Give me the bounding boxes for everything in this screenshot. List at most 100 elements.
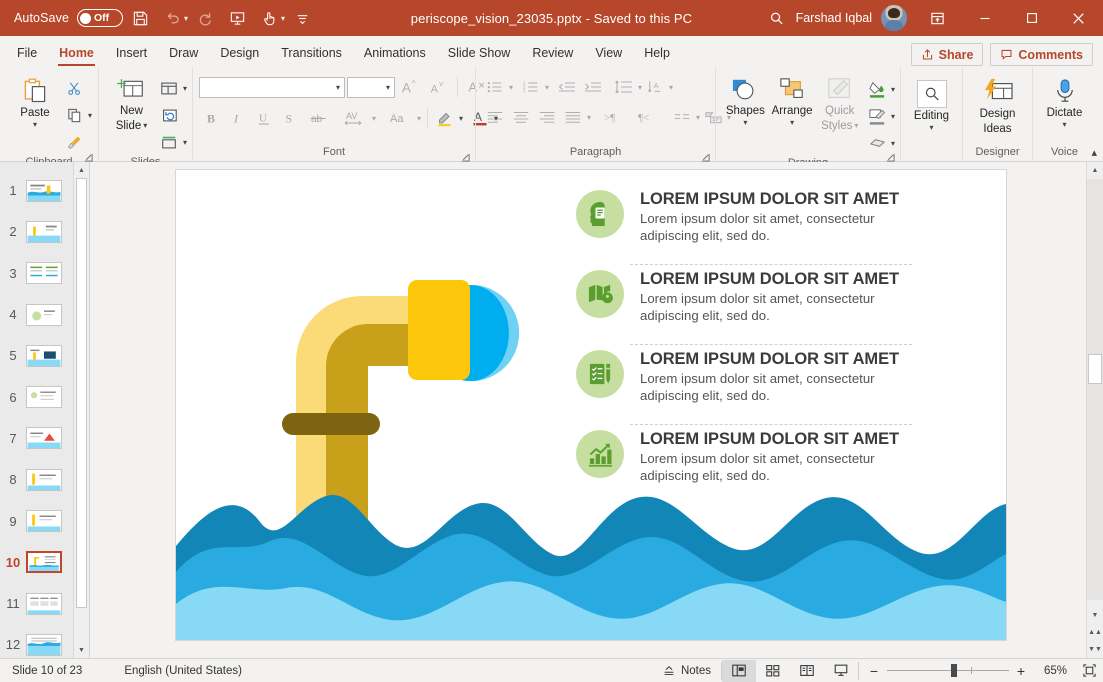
thumbnail-item-7[interactable]: 7 <box>0 418 73 459</box>
layout-button[interactable] <box>156 75 182 101</box>
paste-button[interactable]: Paste ▾ <box>9 74 61 129</box>
shape-effects-chevron-icon[interactable]: ▾ <box>891 139 895 148</box>
decrease-indent-button[interactable] <box>554 74 580 100</box>
thumbnail-item-2[interactable]: 2 <box>0 211 73 252</box>
search-icon[interactable] <box>760 3 794 33</box>
language-indicator[interactable]: English (United States) <box>124 665 242 677</box>
customize-quick-access-icon[interactable] <box>287 4 317 32</box>
list-item[interactable]: LOREM IPSUM DOLOR SIT AMET Lorem ipsum d… <box>576 426 996 506</box>
thumbnail-item-5[interactable]: 5 <box>0 335 73 376</box>
scroll-down-icon[interactable]: ▼ <box>1087 607 1103 624</box>
slide-surface[interactable]: LOREM IPSUM DOLOR SIT AMET Lorem ipsum d… <box>176 170 1006 640</box>
touch-mode-icon[interactable] <box>254 4 284 32</box>
tab-help[interactable]: Help <box>633 38 681 68</box>
editing-button[interactable]: Editing ▾ <box>906 77 957 132</box>
design-ideas-button[interactable]: Design Ideas <box>972 75 1024 136</box>
close-button[interactable] <box>1056 1 1101 35</box>
next-slide-icon[interactable]: ▼▼ <box>1087 641 1103 658</box>
autosave-toggle[interactable]: Off <box>77 9 123 27</box>
clipboard-dialog-launcher-icon[interactable] <box>84 151 93 160</box>
change-case-button[interactable]: Aa <box>382 105 416 131</box>
arrange-button[interactable]: Arrange ▾ <box>769 74 816 127</box>
new-slide-chevron-icon[interactable]: ▾ <box>143 122 147 130</box>
notes-button[interactable]: Notes <box>652 660 721 682</box>
underline-button[interactable]: U <box>251 105 277 131</box>
text-direction-ltr-button[interactable]: >¶ <box>596 104 630 130</box>
copy-chevron-icon[interactable]: ▾ <box>88 111 92 120</box>
align-right-button[interactable] <box>534 104 560 130</box>
copy-button[interactable] <box>61 102 87 128</box>
bullets-chevron-icon[interactable]: ▾ <box>509 83 513 92</box>
tab-home[interactable]: Home <box>48 38 105 68</box>
shape-fill-button[interactable] <box>864 76 890 102</box>
thumbnail-item-10[interactable]: 10 <box>0 542 73 583</box>
thumbnail-item-4[interactable]: 4 <box>0 294 73 335</box>
quick-styles-button[interactable]: Quick Styles ▾ <box>815 74 864 133</box>
line-spacing-button[interactable] <box>611 74 637 100</box>
text-highlight-chevron-icon[interactable]: ▾ <box>459 114 463 123</box>
editing-chevron-icon[interactable]: ▾ <box>929 124 933 132</box>
text-direction-rtl-button[interactable]: ¶< <box>630 104 664 130</box>
tab-view[interactable]: View <box>584 38 633 68</box>
thumbnail-item-1[interactable]: 1 <box>0 170 73 211</box>
justify-chevron-icon[interactable]: ▾ <box>587 113 591 122</box>
list-item[interactable]: LOREM IPSUM DOLOR SIT AMET Lorem ipsum d… <box>576 266 996 346</box>
change-case-chevron-icon[interactable]: ▾ <box>417 114 421 123</box>
tab-file[interactable]: File <box>6 38 48 68</box>
columns-button[interactable] <box>669 104 695 130</box>
font-size-chevron-icon[interactable]: ▾ <box>386 83 390 92</box>
thumbnail-item-8[interactable]: 8 <box>0 459 73 500</box>
thumbnail-scrollbar[interactable]: ▲ ▼ <box>73 162 89 658</box>
slide-canvas-area[interactable]: LOREM IPSUM DOLOR SIT AMET Lorem ipsum d… <box>90 162 1086 658</box>
scroll-thumb[interactable] <box>1088 354 1102 384</box>
bullets-button[interactable] <box>482 74 508 100</box>
decrease-font-size-button[interactable]: A˅ <box>425 74 451 100</box>
dictate-button[interactable]: Dictate ▾ <box>1039 75 1091 129</box>
align-left-button[interactable] <box>482 104 508 130</box>
numbering-chevron-icon[interactable]: ▾ <box>545 83 549 92</box>
share-button[interactable]: Share <box>911 43 984 66</box>
canvas-vertical-scrollbar[interactable]: ▲ ▼ ▲▲ ▼▼ <box>1086 162 1103 658</box>
shapes-chevron-icon[interactable]: ▾ <box>743 119 747 127</box>
drawing-dialog-launcher-icon[interactable] <box>886 151 895 160</box>
thumbnail-item-6[interactable]: 6 <box>0 376 73 417</box>
thumbnail-scroll-thumb[interactable] <box>76 178 87 608</box>
section-button[interactable] <box>156 129 182 155</box>
justify-button[interactable] <box>560 104 586 130</box>
new-slide-button[interactable]: New Slide ▾ <box>107 74 156 133</box>
list-item[interactable]: LOREM IPSUM DOLOR SIT AMET Lorem ipsum d… <box>576 346 996 426</box>
tab-insert[interactable]: Insert <box>105 38 158 68</box>
quick-styles-chevron-icon[interactable]: ▾ <box>854 122 858 130</box>
increase-font-size-button[interactable]: A^ <box>397 74 423 100</box>
tab-transitions[interactable]: Transitions <box>270 38 353 68</box>
start-presentation-icon[interactable] <box>222 4 252 32</box>
previous-slide-icon[interactable]: ▲▲ <box>1087 624 1103 641</box>
zoom-in-button[interactable]: + <box>1015 663 1027 679</box>
align-center-button[interactable] <box>508 104 534 130</box>
text-direction-chevron-icon[interactable]: ▾ <box>669 83 673 92</box>
undo-dropdown-chevron-icon[interactable]: ▾ <box>184 14 188 23</box>
strikethrough-button[interactable]: ab <box>303 105 337 131</box>
text-shadow-button[interactable]: S <box>277 105 303 131</box>
shape-fill-chevron-icon[interactable]: ▾ <box>891 85 895 94</box>
minimize-button[interactable] <box>962 1 1007 35</box>
font-name-input[interactable]: ▾ <box>199 77 345 98</box>
tab-slide-show[interactable]: Slide Show <box>437 38 522 68</box>
increase-indent-button[interactable] <box>580 74 606 100</box>
normal-view-button[interactable] <box>722 660 756 682</box>
avatar[interactable] <box>881 5 907 31</box>
thumbnail-item-3[interactable]: 3 <box>0 253 73 294</box>
save-icon[interactable] <box>125 4 155 32</box>
thumbnail-item-11[interactable]: 11 <box>0 583 73 624</box>
zoom-out-button[interactable]: − <box>867 663 881 679</box>
tab-draw[interactable]: Draw <box>158 38 209 68</box>
font-dialog-launcher-icon[interactable] <box>461 151 470 160</box>
slide-sorter-button[interactable] <box>756 660 790 682</box>
ribbon-display-options-icon[interactable] <box>915 1 960 35</box>
shape-outline-chevron-icon[interactable]: ▾ <box>891 112 895 121</box>
tab-animations[interactable]: Animations <box>353 38 437 68</box>
slide-show-button[interactable] <box>824 660 858 682</box>
reading-view-button[interactable] <box>790 660 824 682</box>
dictate-chevron-icon[interactable]: ▾ <box>1062 121 1066 129</box>
fit-to-window-button[interactable] <box>1075 663 1103 678</box>
